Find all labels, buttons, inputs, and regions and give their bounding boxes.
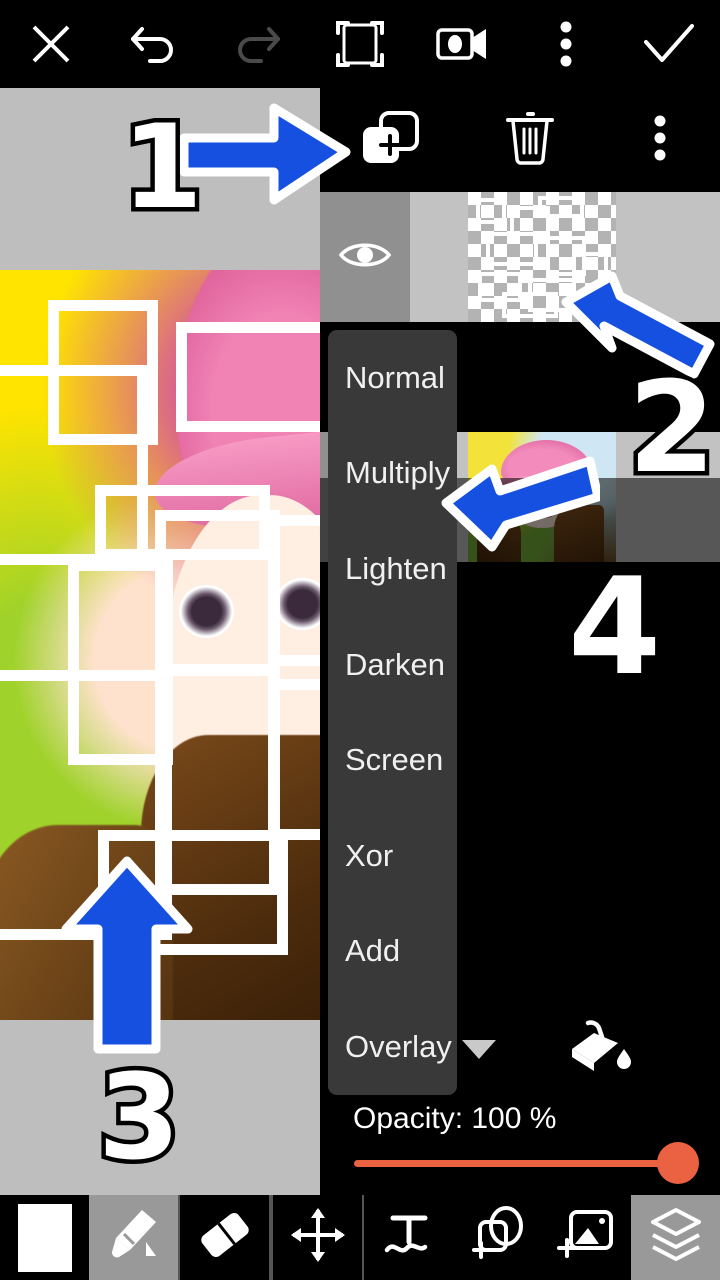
color-swatch	[14, 1200, 75, 1275]
app-root: Normal Multiply Lighten Darken Screen Xo…	[0, 0, 720, 1280]
add-shape-tool-button[interactable]	[453, 1195, 542, 1280]
text-tool-button[interactable]	[364, 1195, 453, 1280]
layer-visibility-toggle[interactable]	[320, 192, 410, 322]
top-more-button[interactable]	[514, 0, 617, 88]
move-tool-button[interactable]	[271, 1195, 364, 1280]
undo-button[interactable]	[103, 0, 206, 88]
checkmark-icon	[642, 22, 696, 66]
blend-option-overlay[interactable]: Overlay	[328, 999, 457, 1095]
close-icon	[28, 21, 74, 67]
eye-icon	[337, 238, 393, 277]
apply-button[interactable]	[617, 0, 720, 88]
color-swatch-button[interactable]	[0, 1195, 89, 1280]
video-camera-icon	[434, 22, 492, 66]
add-image-icon	[555, 1204, 619, 1271]
fit-frame-button[interactable]	[309, 0, 412, 88]
layers-icon	[645, 1204, 707, 1271]
opacity-slider-track[interactable]	[354, 1160, 670, 1167]
annotation-3: 3	[93, 1048, 184, 1186]
annotation-arrow-1	[179, 103, 351, 205]
blend-option-multiply[interactable]: Multiply	[328, 426, 457, 522]
layer-toolbar	[320, 88, 720, 192]
blend-mode-dropdown[interactable]: Normal Multiply Lighten Darken Screen Xo…	[328, 330, 457, 1095]
annotation-arrow-3	[61, 856, 193, 1054]
paint-bucket-icon	[558, 1020, 638, 1087]
blend-option-lighten[interactable]: Lighten	[328, 521, 457, 617]
text-icon	[379, 1206, 439, 1269]
opacity-slider-thumb[interactable]	[657, 1142, 699, 1184]
record-button[interactable]	[411, 0, 514, 88]
opacity-label: Opacity: 100 %	[353, 1102, 557, 1135]
blend-option-add[interactable]: Add	[328, 904, 457, 1000]
delete-layer-icon	[504, 107, 556, 174]
more-vertical-icon	[558, 20, 574, 68]
blend-option-normal[interactable]: Normal	[328, 330, 457, 426]
thumb-mark	[502, 292, 558, 318]
thumb-mark	[538, 196, 584, 218]
blend-option-xor[interactable]: Xor	[328, 808, 457, 904]
move-arrows-icon	[288, 1205, 348, 1270]
mark-rect	[176, 322, 320, 432]
brush-icon	[102, 1204, 166, 1271]
add-image-tool-button[interactable]	[542, 1195, 631, 1280]
mark-rect	[268, 655, 320, 840]
shape-add-icon	[466, 1204, 530, 1271]
crop-frame-icon	[334, 17, 386, 71]
undo-icon	[128, 21, 180, 67]
mark-rect	[155, 510, 280, 675]
redo-icon	[231, 21, 283, 67]
add-layer-icon	[357, 107, 423, 174]
more-vertical-icon	[652, 114, 668, 167]
close-button[interactable]	[0, 0, 103, 88]
thumb-mark	[476, 198, 506, 224]
layers-button[interactable]	[631, 1195, 720, 1280]
top-toolbar	[0, 0, 720, 88]
annotation-1: 1	[118, 100, 208, 235]
thumb-mark	[486, 232, 538, 266]
brush-tool-button[interactable]	[89, 1195, 178, 1280]
blend-option-screen[interactable]: Screen	[328, 712, 457, 808]
redo-button[interactable]	[206, 0, 309, 88]
eraser-icon	[194, 1206, 256, 1269]
blend-option-darken[interactable]: Darken	[328, 617, 457, 713]
chevron-down-icon[interactable]	[462, 1040, 496, 1059]
paint-bucket-button[interactable]	[558, 1013, 638, 1083]
bottom-toolbar	[0, 1195, 720, 1280]
delete-layer-button[interactable]	[460, 88, 600, 192]
annotation-4: 4	[563, 549, 665, 705]
layer-more-button[interactable]	[600, 88, 720, 192]
annotation-2: 2	[624, 354, 720, 501]
eraser-tool-button[interactable]	[178, 1195, 271, 1280]
